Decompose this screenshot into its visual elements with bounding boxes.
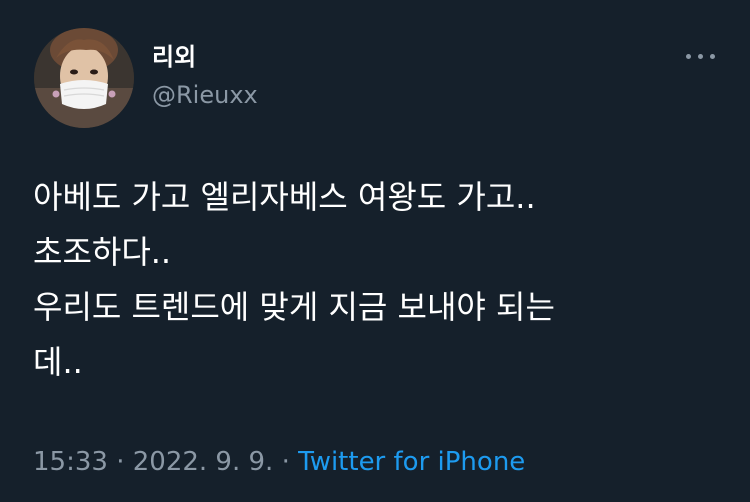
tweet-text-line: 초조하다.. <box>33 233 172 271</box>
tweet-text-line: 우리도 트렌드에 맞게 지금 보내야 되는 <box>33 288 555 326</box>
user-handle[interactable]: @Rieuxx <box>152 80 258 110</box>
tweet-meta: 15:33 · 2022. 9. 9. · Twitter for iPhone <box>33 444 525 480</box>
more-horizontal-icon[interactable] <box>686 46 716 66</box>
tweet-source-link[interactable]: Twitter for iPhone <box>298 447 525 477</box>
avatar[interactable] <box>34 28 134 128</box>
tweet-text-line: 아베도 가고 엘리자베스 여왕도 가고.. <box>33 178 536 216</box>
meta-separator: · <box>273 447 299 477</box>
display-name[interactable]: 리외 <box>152 42 196 72</box>
avatar-image <box>34 28 134 128</box>
tweet-date[interactable]: 2022. 9. 9. <box>133 447 274 477</box>
tweet-time[interactable]: 15:33 <box>33 447 108 477</box>
meta-separator: · <box>107 447 133 477</box>
tweet-card: 리외 @Rieuxx 아베도 가고 엘리자베스 여왕도 가고.. 초조하다.. … <box>0 0 750 502</box>
tweet-text-line: 데.. <box>33 343 83 381</box>
tweet-text: 아베도 가고 엘리자베스 여왕도 가고.. 초조하다.. 우리도 트렌드에 맞게… <box>33 170 723 390</box>
